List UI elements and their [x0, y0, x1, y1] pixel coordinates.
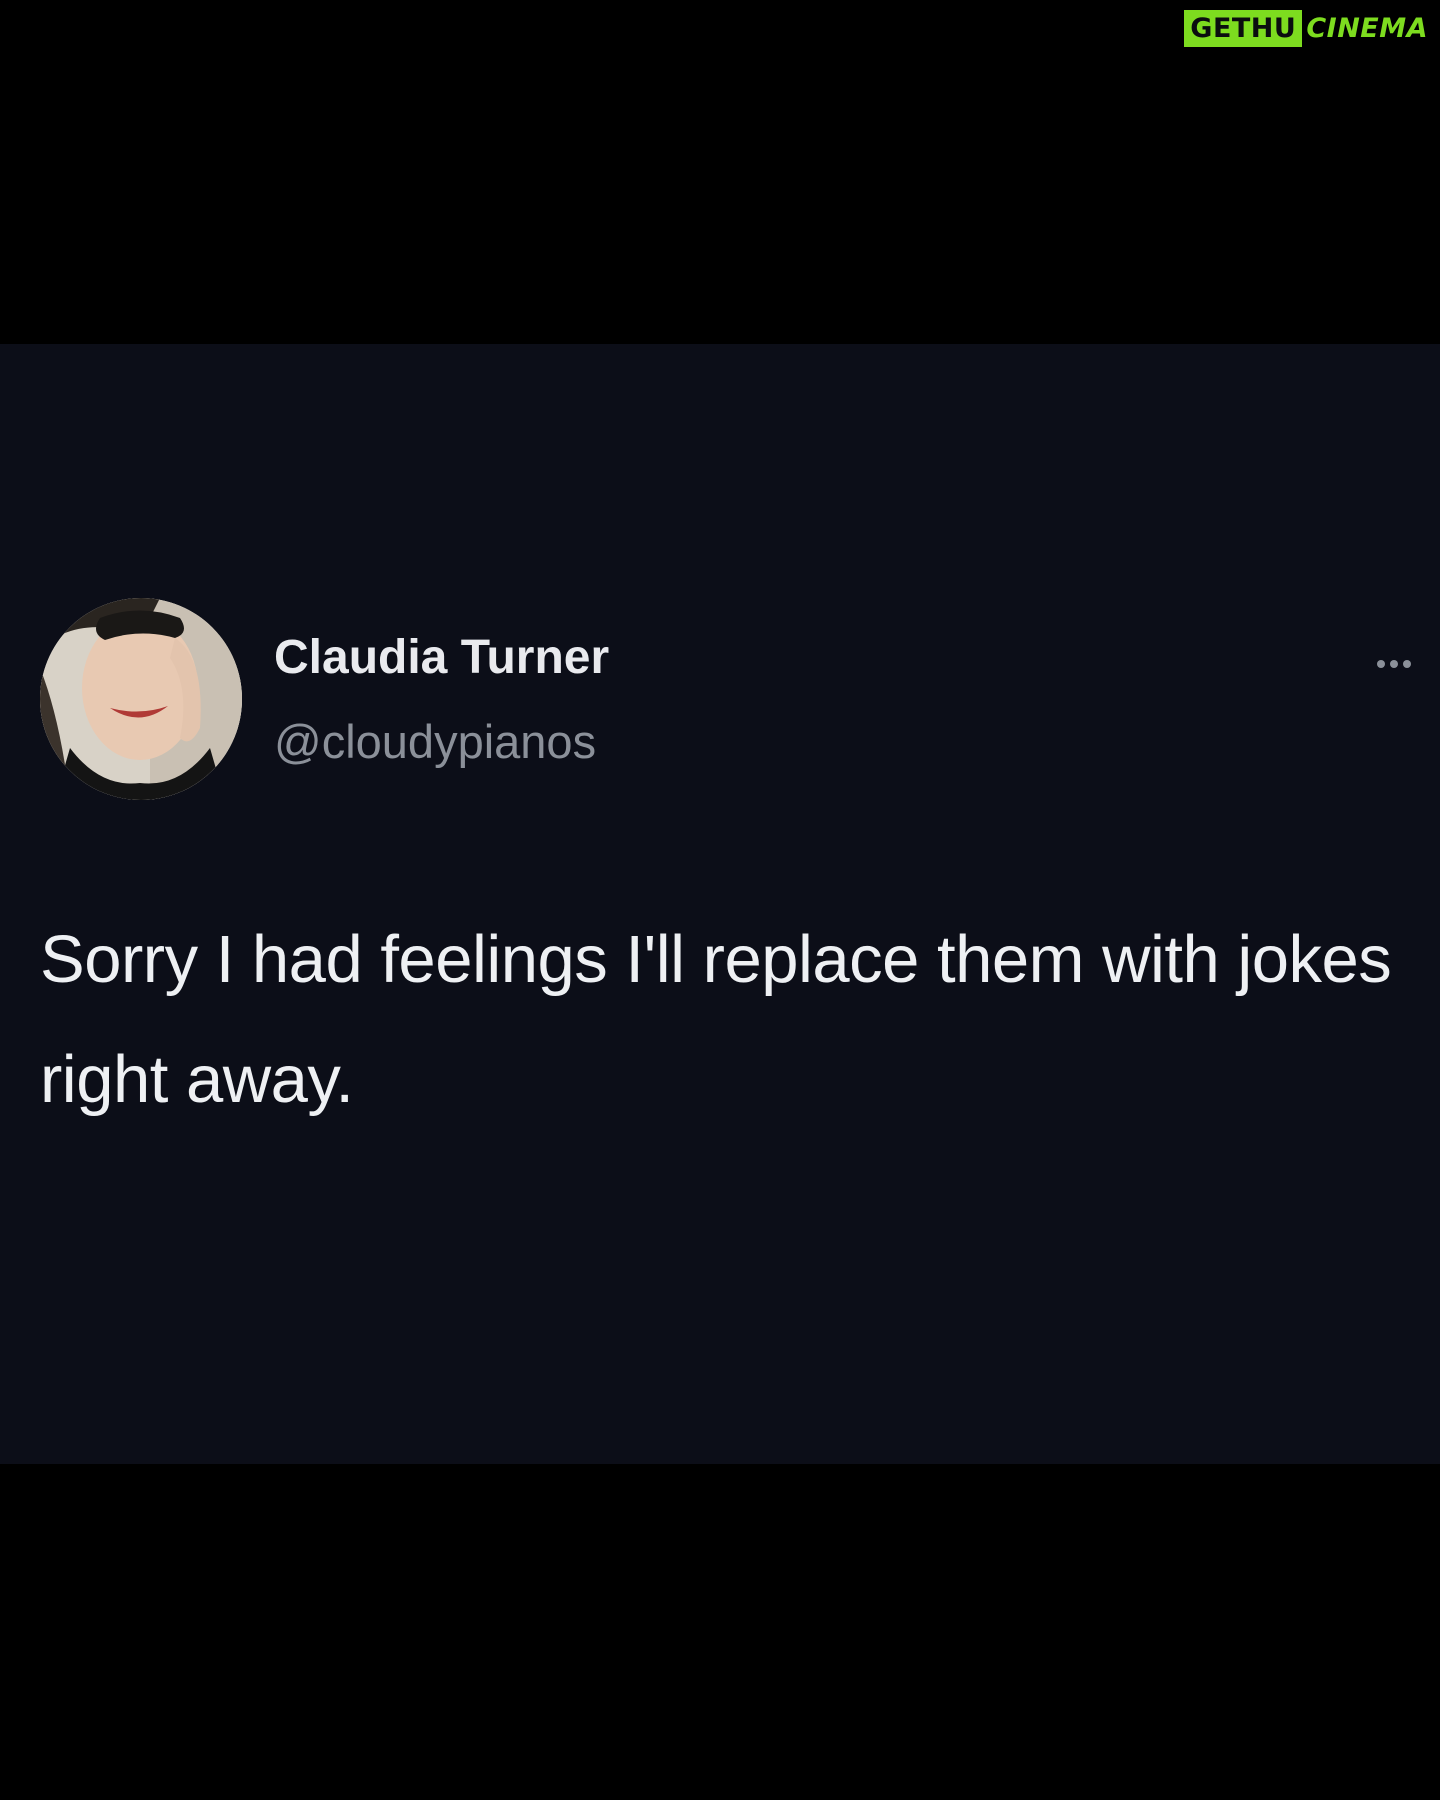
author-display-name[interactable]: Claudia Turner — [274, 634, 609, 682]
author-handle[interactable]: @cloudypianos — [274, 718, 596, 765]
tweet-text: Sorry I had feelings I'll replace them w… — [40, 922, 1392, 1117]
watermark-right-text: CINEMA — [1306, 13, 1428, 44]
watermark-left-text: GETHU — [1184, 10, 1303, 47]
more-horizontal-icon — [1403, 660, 1411, 668]
tweet-card: Claudia Turner @cloudypianos Sorry I had… — [0, 344, 1440, 1464]
avatar[interactable] — [40, 598, 242, 800]
more-options-button[interactable] — [1366, 644, 1422, 684]
watermark-logo: GETHU CINEMA — [1184, 10, 1432, 47]
more-horizontal-icon — [1390, 660, 1398, 668]
avatar-image — [40, 598, 242, 800]
more-horizontal-icon — [1377, 660, 1385, 668]
